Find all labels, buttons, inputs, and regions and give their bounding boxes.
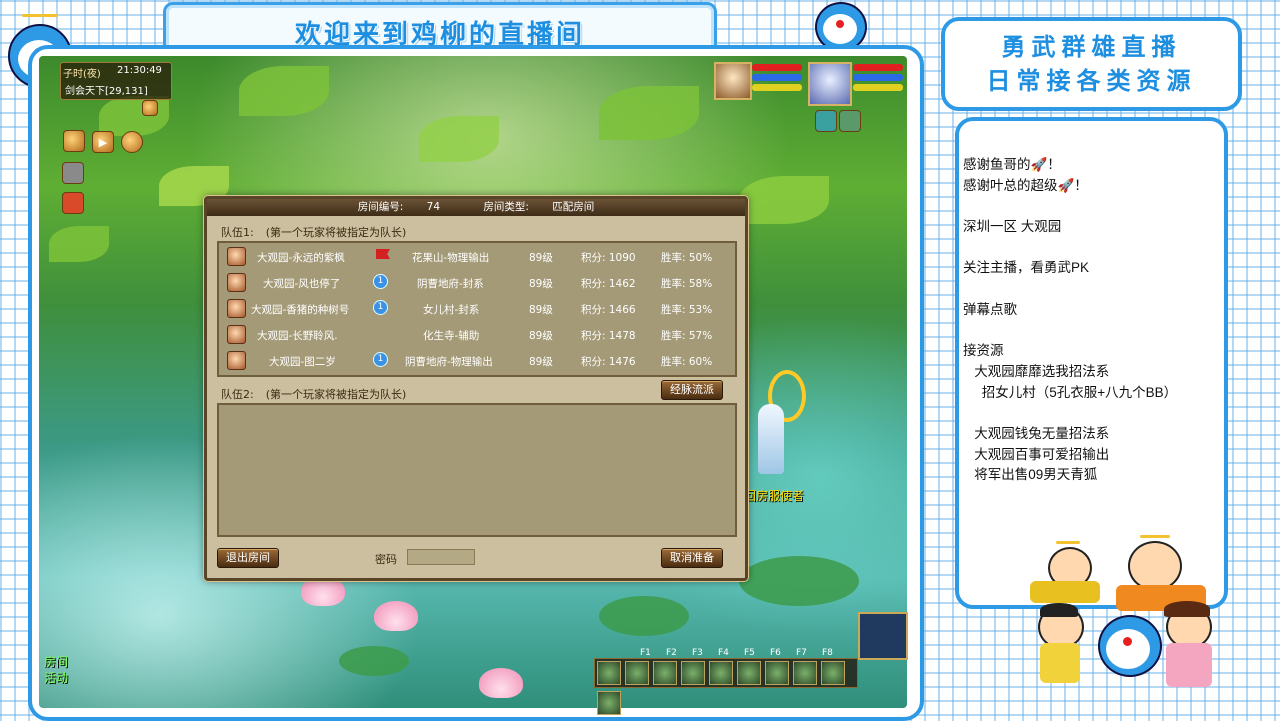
player-avatar [227,325,246,344]
creature-icon[interactable] [62,162,84,184]
rank-badge-icon: 1 [373,300,388,315]
play-icon[interactable]: ▶ [92,131,114,153]
map-location: 剑会天下[29,131] [65,86,148,97]
hotbar-slot[interactable] [681,661,705,685]
player-anger-bar [853,84,903,91]
player-mp-bar [853,74,903,81]
player-avatar [227,273,246,292]
hotbar-slot[interactable] [709,661,733,685]
team2-label: 队伍2: (第一个玩家将被指定为队长) [221,388,407,401]
right-banner-line1: 勇武群雄直播 [1001,32,1182,61]
hotbar-slot[interactable] [737,661,761,685]
hotbar-slot[interactable] [793,661,817,685]
exit-room-button[interactable]: 退出房间 [217,548,279,568]
player-avatar [227,351,246,370]
cancel-ready-button[interactable]: 取消准备 [661,548,723,568]
hotbar-slot[interactable] [597,691,621,715]
password-label: 密码 [375,553,397,566]
team-member-row[interactable]: 大观园-永远的紫枫 花果山-物理输出 89级 积分: 1090 胜率: 50% [219,243,735,269]
npc-name-label: 回房服使者 [744,489,805,503]
team-member-row[interactable]: 大观园-风也停了 1 阴曹地府-封系 89级 积分: 1462 胜率: 58% [219,269,735,295]
hotbar-slot[interactable] [625,661,649,685]
time-location-hud: 子时(夜) 21:30:49 剑会天下[29,131] [60,62,172,100]
room-type: 匹配房间 [552,201,595,213]
team2-list [217,403,737,537]
hotbar-slot[interactable] [597,661,621,685]
hotbar-slot[interactable] [765,661,789,685]
pet-portrait[interactable] [714,62,752,100]
team-member-row[interactable]: 大观园-长野聆风. 化生寺-辅助 89级 积分: 1478 胜率: 57% [219,321,735,347]
room-side-label[interactable]: 房间 [44,653,68,670]
player-hp-bar [853,64,903,71]
activity-side-label[interactable]: 活动 [44,669,68,686]
right-banner-line2: 日常接各类资源 [986,66,1197,95]
rank-badge-icon: 1 [373,274,388,289]
room-dialog: 房间编号: 74 房间类型: 匹配房间 队伍1: (第一个玩家将被指定为队长) 大… [204,196,748,581]
room-number: 74 [426,201,441,213]
team-member-row[interactable]: 大观园-图二岁 1 阴曹地府-物理输出 89级 积分: 1476 胜率: 60% [219,347,735,373]
npc-character[interactable] [748,370,806,478]
game-clock: 21:30:49 [117,65,162,76]
pet-mp-bar [752,74,802,81]
hotkey-labels: F1 F2 F3 F4 F5 F6 F7 F8 [640,648,833,658]
sword-icon[interactable] [63,130,85,152]
player-portrait[interactable] [808,62,852,106]
team1-list: 大观园-永远的紫枫 花果山-物理输出 89级 积分: 1090 胜率: 50% … [217,241,737,377]
hotbar-slot[interactable] [653,661,677,685]
calendar-icon[interactable] [142,100,158,116]
team1-label: 队伍1: (第一个玩家将被指定为队长) [221,226,407,239]
doraemon-cast-illustration [1020,535,1240,720]
buff-icon[interactable] [815,110,837,132]
player-avatar [227,299,246,318]
pet-hp-bar [752,64,802,71]
sun-icon[interactable] [121,131,143,153]
status-icon[interactable] [839,110,861,132]
hotbar-slot[interactable] [821,661,845,685]
pet-exp-bar [752,84,802,91]
skill-hotbar [594,658,858,715]
meridian-school-button[interactable]: 经脉流派 [661,380,723,400]
time-period: 子时(夜) [63,69,101,80]
player-avatar [227,247,246,266]
system-menu-button[interactable] [858,612,908,660]
dialog-header: 房间编号: 74 房间类型: 匹配房间 [207,199,745,216]
notes-text: 感谢鱼哥的🚀！ 感谢叶总的超级🚀！ 深圳一区 大观园 关注主播，看勇武PK 弹幕… [963,157,1178,483]
right-title-banner: 勇武群雄直播 日常接各类资源 [941,17,1242,111]
rank-badge-icon: 1 [373,352,388,367]
password-input[interactable] [407,549,475,565]
battle-icon[interactable] [62,192,84,214]
captain-flag-icon [376,249,390,259]
team-member-row[interactable]: 大观园-香猪的种树号 1 女儿村-封系 89级 积分: 1466 胜率: 53% [219,295,735,321]
